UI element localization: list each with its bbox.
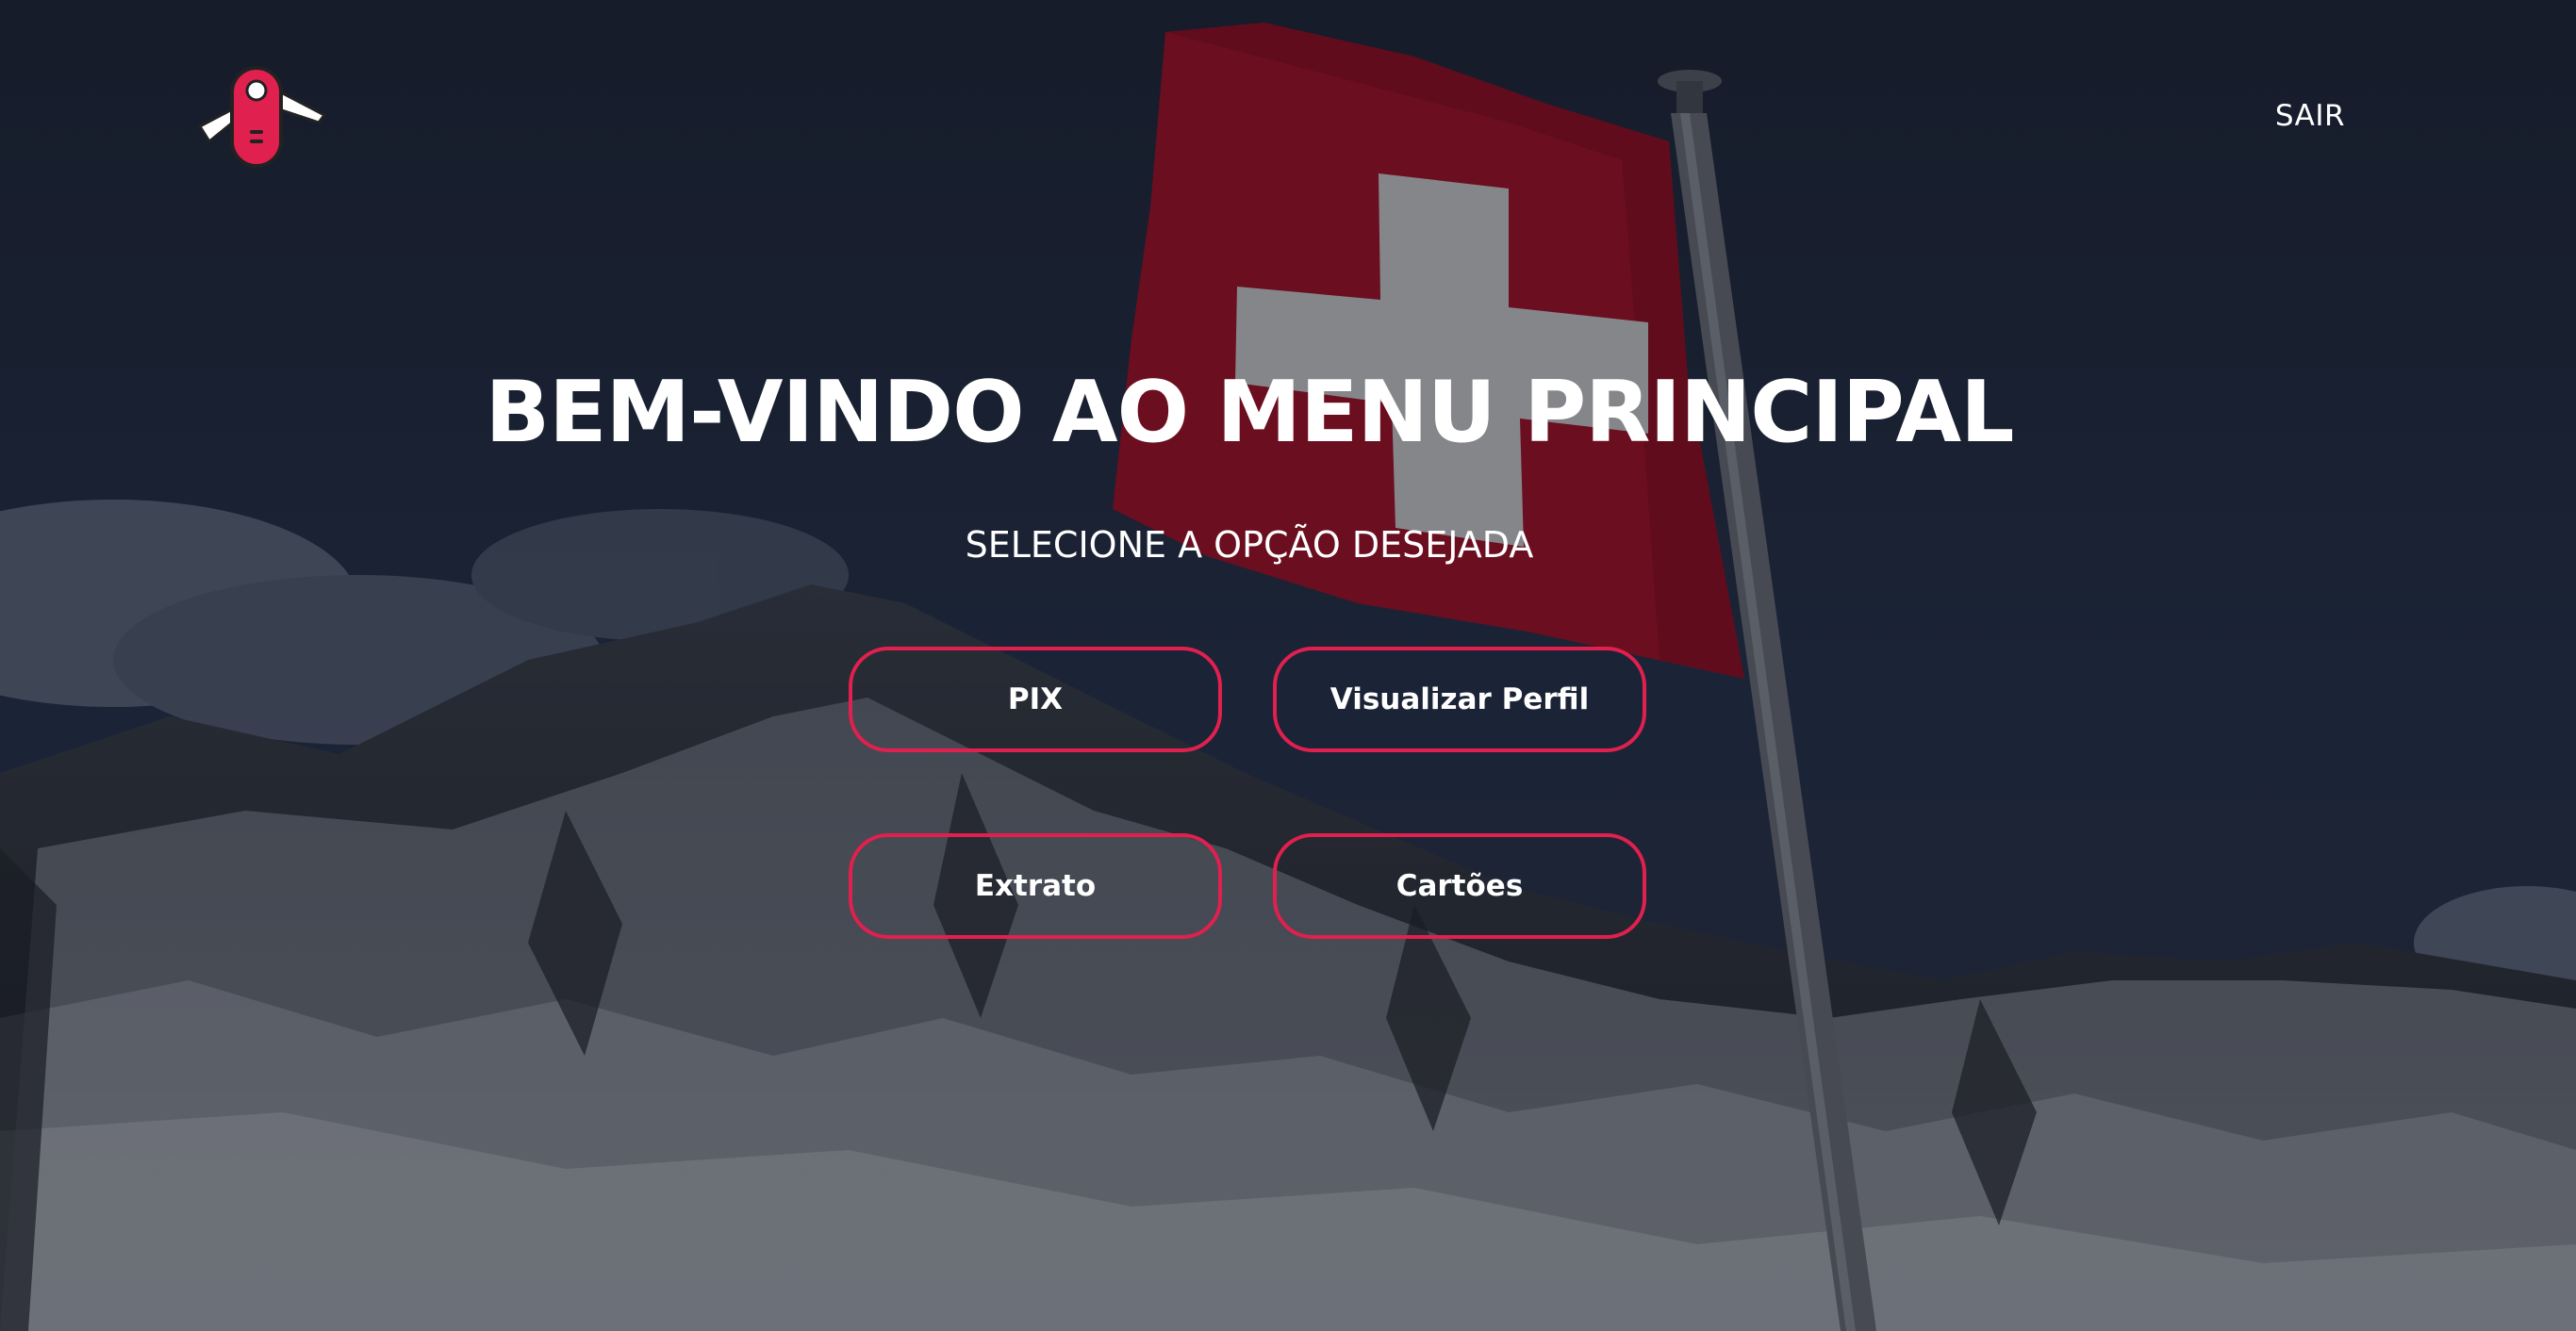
statement-button[interactable]: Extrato bbox=[849, 833, 1222, 939]
cards-button[interactable]: Cartões bbox=[1273, 833, 1646, 939]
logout-button[interactable]: SAIR bbox=[2244, 90, 2376, 141]
pix-button[interactable]: PIX bbox=[849, 647, 1222, 752]
page-title: BEM-VINDO AO MENU PRINCIPAL bbox=[485, 363, 2014, 462]
main-menu-page: SAIR BEM-VINDO AO MENU PRINCIPAL SELECIO… bbox=[0, 0, 2576, 1331]
view-profile-button[interactable]: Visualizar Perfil bbox=[1273, 647, 1646, 752]
page-subtitle: SELECIONE A OPÇÃO DESEJADA bbox=[965, 524, 1534, 566]
menu-options: PIX Visualizar Perfil Extrato Cartões bbox=[849, 647, 1650, 943]
swiss-army-knife-icon[interactable] bbox=[190, 60, 332, 173]
